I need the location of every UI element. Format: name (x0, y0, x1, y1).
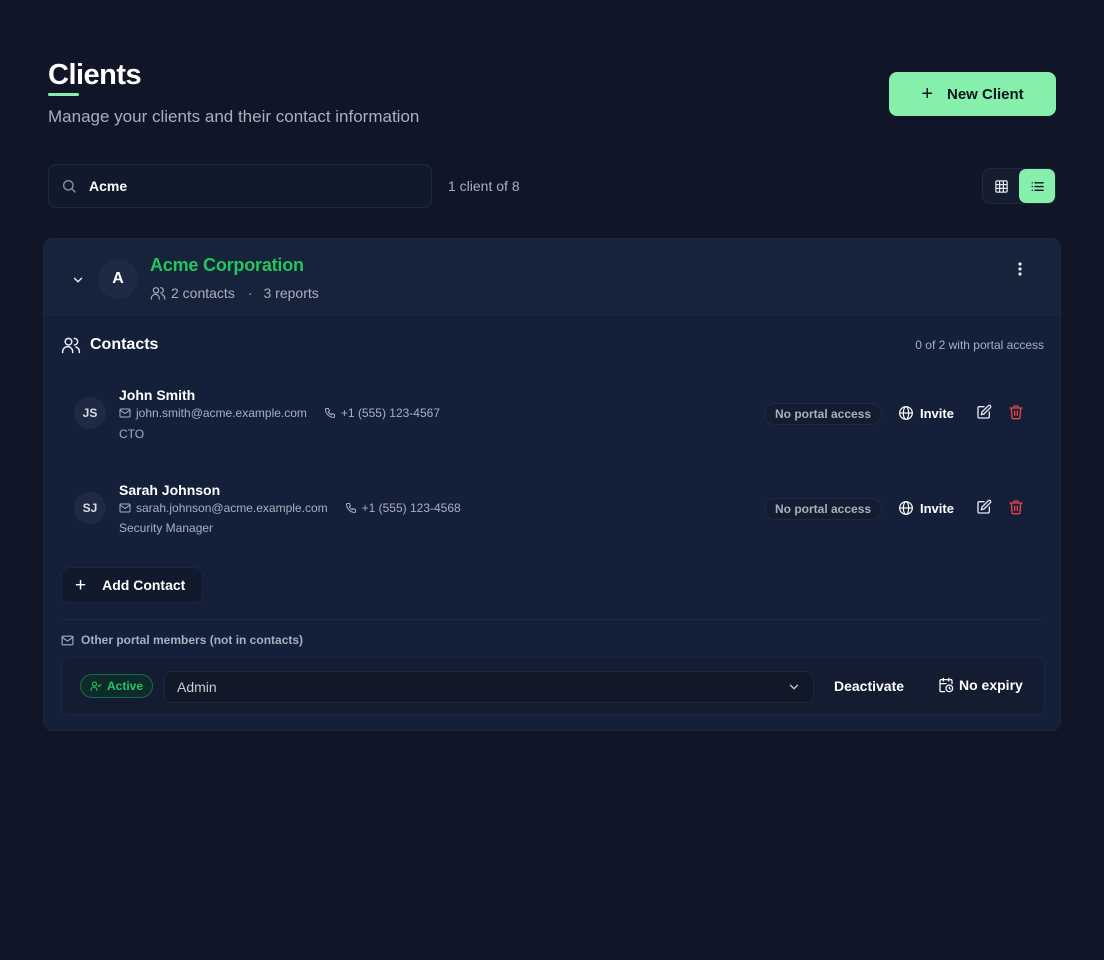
collapse-chevron[interactable] (71, 273, 85, 292)
edit-contact-button[interactable] (976, 499, 992, 520)
deactivate-button[interactable]: Deactivate (834, 678, 904, 694)
plus-icon: + (921, 83, 933, 105)
client-card-header[interactable]: A Acme Corporation 2 contacts · 3 report… (44, 239, 1060, 316)
users-icon (61, 337, 81, 354)
contacts-count: 2 contacts (171, 285, 235, 301)
invite-label: Invite (920, 405, 954, 421)
mail-icon (119, 408, 131, 418)
list-view-button[interactable] (1019, 169, 1055, 203)
contacts-heading: Contacts (61, 335, 158, 355)
phone-icon (324, 408, 335, 418)
add-contact-button[interactable]: + Add Contact (61, 567, 203, 603)
other-members-title: Other portal members (not in contacts) (81, 633, 304, 647)
invite-button[interactable]: Invite (898, 500, 954, 516)
edit-icon (977, 404, 992, 419)
more-vertical-icon (1018, 262, 1022, 276)
client-avatar: A (98, 259, 138, 299)
contact-role: CTO (119, 427, 145, 441)
contact-row: SJ Sarah Johnson sarah.johnson@acme.exam… (61, 466, 1045, 550)
portal-member-row: Active Admin Deactivate No expiry (61, 657, 1045, 715)
edit-contact-button[interactable] (976, 404, 992, 425)
chevron-down-icon (789, 684, 799, 690)
phone-icon (345, 503, 356, 513)
search-icon (62, 180, 76, 193)
search-box[interactable] (48, 164, 432, 208)
trash-icon (1009, 500, 1023, 515)
contact-phone[interactable]: +1 (555) 123-4568 (362, 501, 461, 515)
status-badge: Active (80, 674, 154, 698)
contact-role: Security Manager (119, 521, 214, 535)
calendar-clock-icon (939, 677, 954, 693)
contact-details: john.smith@acme.example.com +1 (555) 123… (119, 406, 440, 420)
client-meta: 2 contacts · 3 reports (150, 285, 319, 301)
more-options-button[interactable] (1010, 259, 1030, 279)
title-underline (48, 93, 79, 96)
edit-icon (977, 499, 992, 514)
contact-email[interactable]: sarah.johnson@acme.example.com (136, 501, 328, 515)
users-icon (150, 287, 166, 300)
new-client-button[interactable]: + New Client (889, 72, 1056, 116)
plus-icon: + (75, 574, 87, 596)
contact-email[interactable]: john.smith@acme.example.com (136, 406, 307, 420)
invite-button[interactable]: Invite (898, 405, 954, 421)
expiry-button[interactable]: No expiry (938, 677, 1023, 693)
reports-count: 3 reports (263, 285, 319, 301)
add-contact-label: Add Contact (102, 577, 186, 593)
role-select-value: Admin (177, 679, 217, 695)
chevron-down-icon (73, 277, 83, 283)
search-input[interactable] (89, 178, 389, 194)
view-toggle (982, 168, 1056, 204)
section-divider (61, 619, 1043, 620)
grid-icon (994, 179, 1008, 193)
page-subtitle: Manage your clients and their contact in… (48, 107, 420, 126)
trash-icon (1009, 405, 1023, 420)
mail-icon (61, 635, 74, 645)
list-icon (1031, 181, 1044, 191)
meta-separator: · (247, 285, 253, 301)
status-label: Active (107, 679, 144, 693)
contact-phone[interactable]: +1 (555) 123-4567 (341, 406, 440, 420)
contact-name: Sarah Johnson (119, 482, 221, 498)
portal-access-summary: 0 of 2 with portal access (915, 338, 1044, 352)
client-name[interactable]: Acme Corporation (150, 255, 304, 276)
role-select[interactable]: Admin (164, 671, 814, 703)
result-count: 1 client of 8 (448, 178, 520, 194)
page-title: Clients (48, 59, 142, 91)
expiry-label: No expiry (959, 677, 1023, 693)
contacts-title: Contacts (90, 336, 159, 353)
mail-icon (119, 503, 131, 513)
globe-icon (899, 501, 913, 515)
contact-avatar: SJ (74, 492, 106, 524)
contact-name: John Smith (119, 387, 196, 403)
user-check-icon (90, 681, 102, 692)
grid-view-button[interactable] (983, 169, 1019, 203)
contact-row: JS John Smith john.smith@acme.example.co… (61, 371, 1045, 455)
delete-contact-button[interactable] (1008, 499, 1024, 520)
client-card: A Acme Corporation 2 contacts · 3 report… (43, 238, 1061, 731)
new-client-label: New Client (947, 85, 1024, 103)
globe-icon (899, 406, 913, 420)
contact-avatar: JS (74, 397, 106, 429)
portal-access-badge: No portal access (764, 403, 883, 425)
delete-contact-button[interactable] (1008, 404, 1024, 425)
invite-label: Invite (920, 500, 954, 516)
page-header: Clients Manage your clients and their co… (48, 58, 419, 127)
other-members-heading: Other portal members (not in contacts) (61, 633, 303, 647)
portal-access-badge: No portal access (764, 498, 883, 520)
contact-details: sarah.johnson@acme.example.com +1 (555) … (119, 501, 461, 515)
